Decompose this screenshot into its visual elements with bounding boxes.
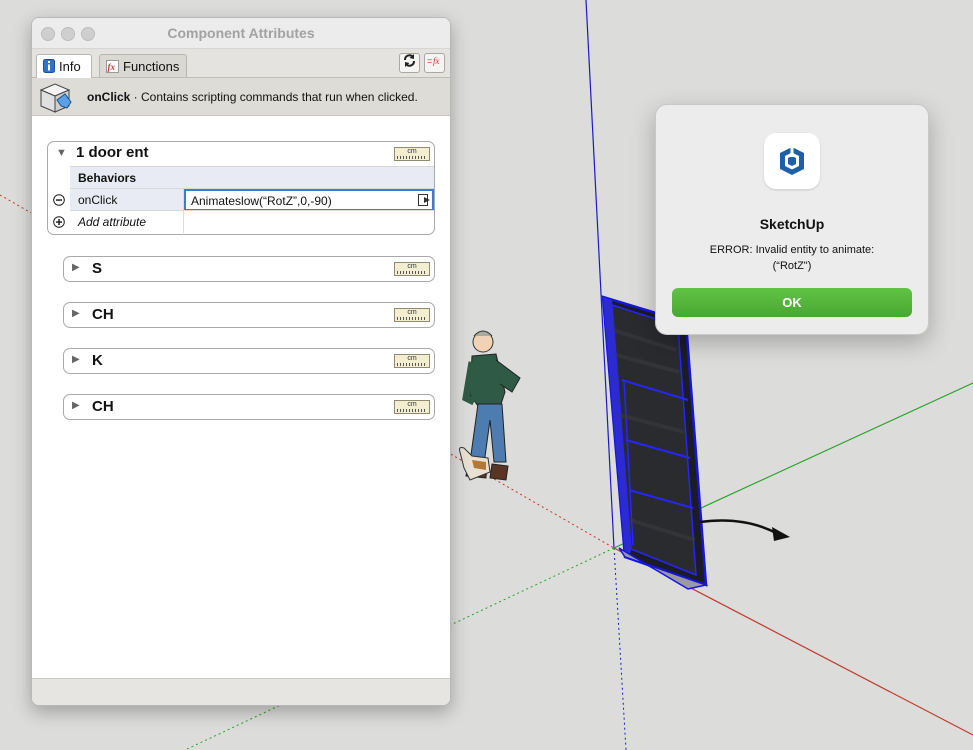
ruler-icon <box>397 317 427 320</box>
door-model[interactable] <box>601 295 709 590</box>
ruler-icon <box>397 156 427 159</box>
attribute-value-text: Animateslow(“RotZ”,0,-90) <box>191 194 332 208</box>
attribute-name[interactable]: onClick <box>70 189 184 211</box>
tab-info[interactable]: Info <box>36 54 92 78</box>
tab-functions[interactable]: fx Functions <box>99 54 187 77</box>
info-icon <box>43 59 55 76</box>
alert-message: ERROR: Invalid entity to animate: (“RotZ… <box>686 242 898 274</box>
remove-attribute-icon[interactable] <box>53 193 65 206</box>
equals-fx-icon: = fx <box>427 54 443 72</box>
attribute-description-text: · Contains scripting commands that run w… <box>130 90 418 104</box>
component-name: 1 door ent <box>76 144 149 161</box>
unit-selector[interactable]: cm <box>394 262 430 276</box>
add-attribute-label: Add attribute <box>70 211 184 233</box>
alert-message-line-2: (“RotZ") <box>772 260 812 272</box>
function-fx-icon: fx <box>106 60 119 76</box>
window-title: Component Attributes <box>167 25 315 41</box>
attributes-list: ▼ 1 door ent cm Behaviors onClick Animat… <box>32 139 450 676</box>
component-attributes-window: Component Attributes Info fx Functions =… <box>31 17 451 706</box>
svg-text:fx: fx <box>108 62 116 72</box>
subcomponent-row[interactable]: ▶ S cm <box>63 256 435 282</box>
component-header[interactable]: ▼ 1 door ent cm <box>48 142 434 165</box>
tab-info-label: Info <box>59 59 81 74</box>
svg-text:=: = <box>427 56 432 66</box>
subcomponent-row[interactable]: ▶ K cm <box>63 348 435 374</box>
subcomponent-name: K <box>92 352 103 369</box>
subcomponent-name: S <box>92 260 103 277</box>
unit-selector[interactable]: cm <box>394 400 430 414</box>
subcomponent-name: CH <box>92 398 114 415</box>
unit-label: cm <box>407 355 417 362</box>
ruler-icon <box>397 409 427 412</box>
disclosure-triangle-open-icon[interactable]: ▼ <box>56 147 67 159</box>
add-attribute-icon[interactable] <box>53 215 65 228</box>
ruler-icon <box>397 271 427 274</box>
section-row: Behaviors <box>70 166 434 189</box>
disclosure-triangle-closed-icon[interactable]: ▶ <box>72 262 80 273</box>
subcomponent-row[interactable]: ▶ CH cm <box>63 302 435 328</box>
sketchup-app-icon <box>764 133 820 189</box>
add-attribute-row[interactable]: Add attribute <box>70 210 434 233</box>
disclosure-triangle-closed-icon[interactable]: ▶ <box>72 308 80 319</box>
edit-formula-icon[interactable] <box>418 194 430 209</box>
attribute-row: onClick Animateslow(“RotZ”,0,-90) <box>70 188 434 211</box>
disclosure-triangle-closed-icon[interactable]: ▶ <box>72 354 80 365</box>
unit-label: cm <box>407 401 417 408</box>
rotation-arrow <box>699 519 790 541</box>
subcomponent-row[interactable]: ▶ CH cm <box>63 394 435 420</box>
blue-axis-dotted <box>613 547 627 750</box>
refresh-icon <box>402 53 417 73</box>
window-statusbar <box>32 678 450 705</box>
ok-button[interactable]: OK <box>672 288 912 317</box>
alert-title: SketchUp <box>759 216 825 232</box>
toggle-formula-button[interactable]: = fx <box>424 53 445 73</box>
component-group-expanded: ▼ 1 door ent cm Behaviors onClick Animat… <box>47 141 435 235</box>
attribute-description-name: onClick <box>87 90 131 104</box>
error-alert-dialog: SketchUp ERROR: Invalid entity to animat… <box>655 104 929 335</box>
unit-selector[interactable]: cm <box>394 147 430 161</box>
unit-selector[interactable]: cm <box>394 308 430 322</box>
person-figure <box>459 330 521 481</box>
unit-label: cm <box>407 309 417 316</box>
subcomponent-name: CH <box>92 306 114 323</box>
alert-message-line-1: ERROR: Invalid entity to animate: <box>709 244 875 256</box>
blue-axis <box>585 0 615 549</box>
interact-cube-icon <box>35 80 81 119</box>
section-header: Behaviors <box>78 171 137 185</box>
attribute-info-bar: onClick · Contains scripting commands th… <box>32 78 450 116</box>
unit-label: cm <box>407 263 417 270</box>
disclosure-triangle-closed-icon[interactable]: ▶ <box>72 400 80 411</box>
ruler-icon <box>397 363 427 366</box>
tab-functions-label: Functions <box>123 59 180 74</box>
unit-selector[interactable]: cm <box>394 354 430 368</box>
attribute-value-field[interactable]: Animateslow(“RotZ”,0,-90) <box>184 189 434 211</box>
refresh-button[interactable] <box>399 53 420 73</box>
attribute-description: onClick · Contains scripting commands th… <box>87 90 418 104</box>
tab-bar: Info fx Functions = fx <box>32 49 450 78</box>
unit-label: cm <box>407 148 417 155</box>
window-titlebar[interactable]: Component Attributes <box>32 18 450 49</box>
svg-text:fx: fx <box>433 56 440 66</box>
